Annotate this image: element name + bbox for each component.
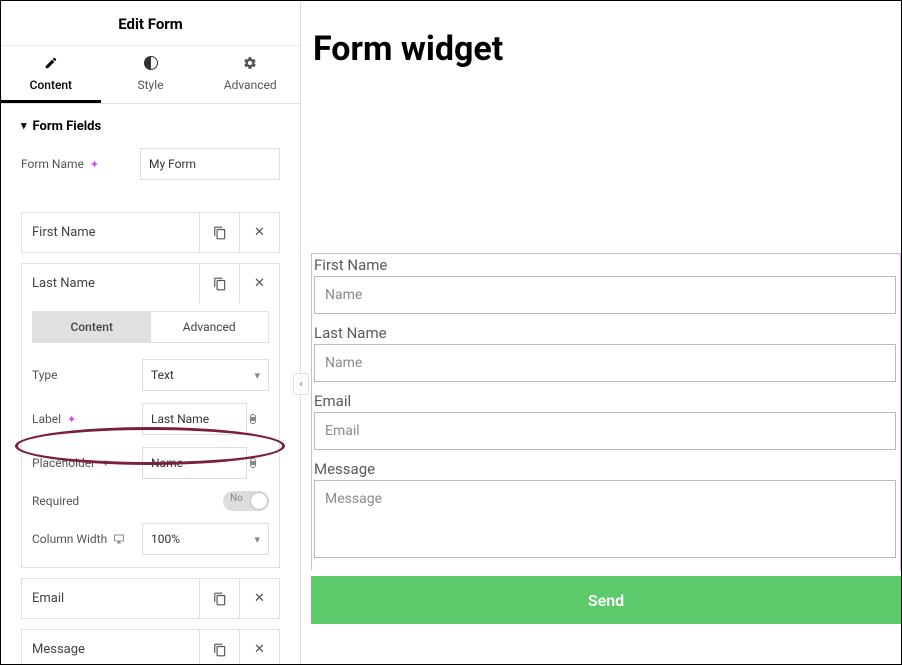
field-card-first-name: First Name ✕ [21,212,280,253]
inner-tab-content[interactable]: Content [33,312,151,342]
form-label: First Name [312,256,900,276]
sparkle-icon: ✦ [101,457,110,470]
prop-required: Required No [22,485,279,517]
placeholder-input[interactable] [142,447,247,479]
tab-advanced-label: Advanced [224,78,277,92]
panel-title: Edit Form [1,1,300,46]
duplicate-icon[interactable] [199,264,239,303]
inner-tab-advanced[interactable]: Advanced [151,312,269,342]
pencil-icon [1,56,101,74]
form-name-label: Form Name ✦ [21,157,140,171]
prop-label: Label ✦ [22,397,279,441]
prop-placeholder-label: Placeholder ✦ [32,456,142,470]
form-widget[interactable]: First Name Last Name Email Message [311,253,901,570]
form-label: Last Name [312,324,900,344]
collapse-sidebar-icon[interactable]: ‹ [293,373,309,395]
prop-placeholder: Placeholder ✦ [22,441,279,485]
dynamic-tag-icon[interactable] [247,413,269,425]
column-width-select[interactable]: 100% ▾ [142,523,269,555]
gear-icon [200,56,300,74]
field-inner-tabs: Content Advanced [32,311,269,343]
form-name-row: Form Name ✦ [21,148,280,180]
close-icon[interactable]: ✕ [239,264,279,303]
type-select[interactable]: Text ▾ [142,359,269,391]
label-input[interactable] [142,403,247,435]
prop-label-label: Label ✦ [32,412,142,426]
editor-sidebar: Edit Form Content Style Advanced Form Fi… [1,1,301,664]
close-icon[interactable]: ✕ [239,630,279,664]
close-icon[interactable]: ✕ [239,579,279,618]
field-card-title[interactable]: First Name [22,213,199,252]
preview-canvas: ‹ Form widget First Name Last Name Email… [301,1,901,664]
field-card-last-name: Last Name ✕ Content Advanced Type Text ▾ [21,263,280,568]
submit-button[interactable]: Send [311,576,901,624]
field-card-title[interactable]: Email [22,579,199,618]
form-label: Message [312,460,900,480]
field-card-message: Message ✕ [21,629,280,664]
prop-type: Type Text ▾ [22,353,279,397]
message-textarea[interactable] [314,480,896,558]
desktop-icon [113,533,125,545]
chevron-down-icon: ▾ [254,533,260,546]
form-label: Email [312,392,900,412]
sidebar-scroll[interactable]: Form Fields Form Name ✦ First Name ✕ Las… [1,101,300,664]
email-input[interactable] [314,412,896,450]
half-circle-icon [101,56,201,74]
prop-required-label: Required [32,494,142,508]
panel-tabs: Content Style Advanced [1,46,300,104]
first-name-input[interactable] [314,276,896,314]
field-card-title[interactable]: Message [22,630,199,664]
close-icon[interactable]: ✕ [239,213,279,252]
prop-column-width-label: Column Width [32,532,142,546]
tab-content[interactable]: Content [1,46,101,103]
tab-content-label: Content [30,78,72,92]
sparkle-icon: ✦ [90,158,99,171]
chevron-down-icon: ▾ [254,369,260,382]
tab-style-label: Style [138,78,164,92]
duplicate-icon[interactable] [199,579,239,618]
field-card-email: Email ✕ [21,578,280,619]
form-name-input[interactable] [140,148,280,180]
prop-type-label: Type [32,368,142,382]
duplicate-icon[interactable] [199,630,239,664]
prop-column-width: Column Width 100% ▾ [22,517,279,567]
last-name-input[interactable] [314,344,896,382]
section-form-fields[interactable]: Form Fields [21,101,280,148]
tab-style[interactable]: Style [101,46,201,103]
duplicate-icon[interactable] [199,213,239,252]
dynamic-tag-icon[interactable] [247,457,269,469]
required-toggle[interactable]: No [223,491,269,511]
tab-advanced[interactable]: Advanced [200,46,300,103]
sparkle-icon: ✦ [67,413,76,426]
page-title: Form widget [301,1,901,69]
field-card-title[interactable]: Last Name [22,264,199,303]
